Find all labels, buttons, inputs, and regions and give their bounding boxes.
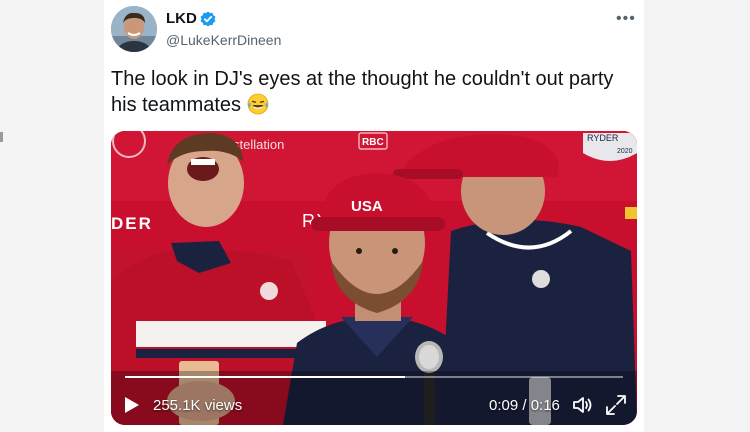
backdrop-banner-left: DER bbox=[111, 214, 153, 233]
backdrop-crest-year: 2020 bbox=[617, 148, 633, 155]
author-name[interactable]: LKD bbox=[166, 10, 197, 27]
left-column-background bbox=[0, 0, 104, 432]
volume-icon[interactable] bbox=[572, 395, 594, 415]
video-progress-bar[interactable] bbox=[125, 376, 623, 378]
verified-badge-icon bbox=[200, 11, 216, 27]
video-frame: stellation RBC RYDER 2020 DER RYDE bbox=[111, 131, 637, 425]
backdrop-badge-text: RBC bbox=[362, 137, 384, 148]
tweet-text-content: The look in DJ's eyes at the thought he … bbox=[111, 68, 614, 116]
video-player[interactable]: stellation RBC RYDER 2020 DER RYDE bbox=[111, 131, 637, 425]
cap-logo-text: USA bbox=[351, 198, 383, 215]
more-options-button[interactable]: ••• bbox=[616, 10, 636, 28]
view-count: 255.1K views bbox=[153, 397, 243, 414]
tweet-card[interactable]: LKD @LukeKerrDineen ••• The look in DJ's… bbox=[104, 0, 644, 432]
avatar[interactable] bbox=[111, 6, 157, 52]
tweet-text: The look in DJ's eyes at the thought he … bbox=[111, 66, 631, 118]
laughing-tears-emoji bbox=[247, 93, 269, 115]
right-column-background bbox=[644, 0, 750, 432]
video-progress-fill bbox=[125, 376, 406, 378]
backdrop-crest-text: RYDER bbox=[587, 133, 619, 143]
fullscreen-icon[interactable] bbox=[605, 394, 627, 416]
left-edge-marker bbox=[0, 132, 3, 142]
backdrop-sponsor-text: stellation bbox=[233, 137, 284, 152]
play-icon[interactable] bbox=[124, 396, 140, 414]
video-time: 0:09 / 0:16 bbox=[489, 397, 560, 414]
author-handle[interactable]: @LukeKerrDineen bbox=[166, 32, 281, 48]
